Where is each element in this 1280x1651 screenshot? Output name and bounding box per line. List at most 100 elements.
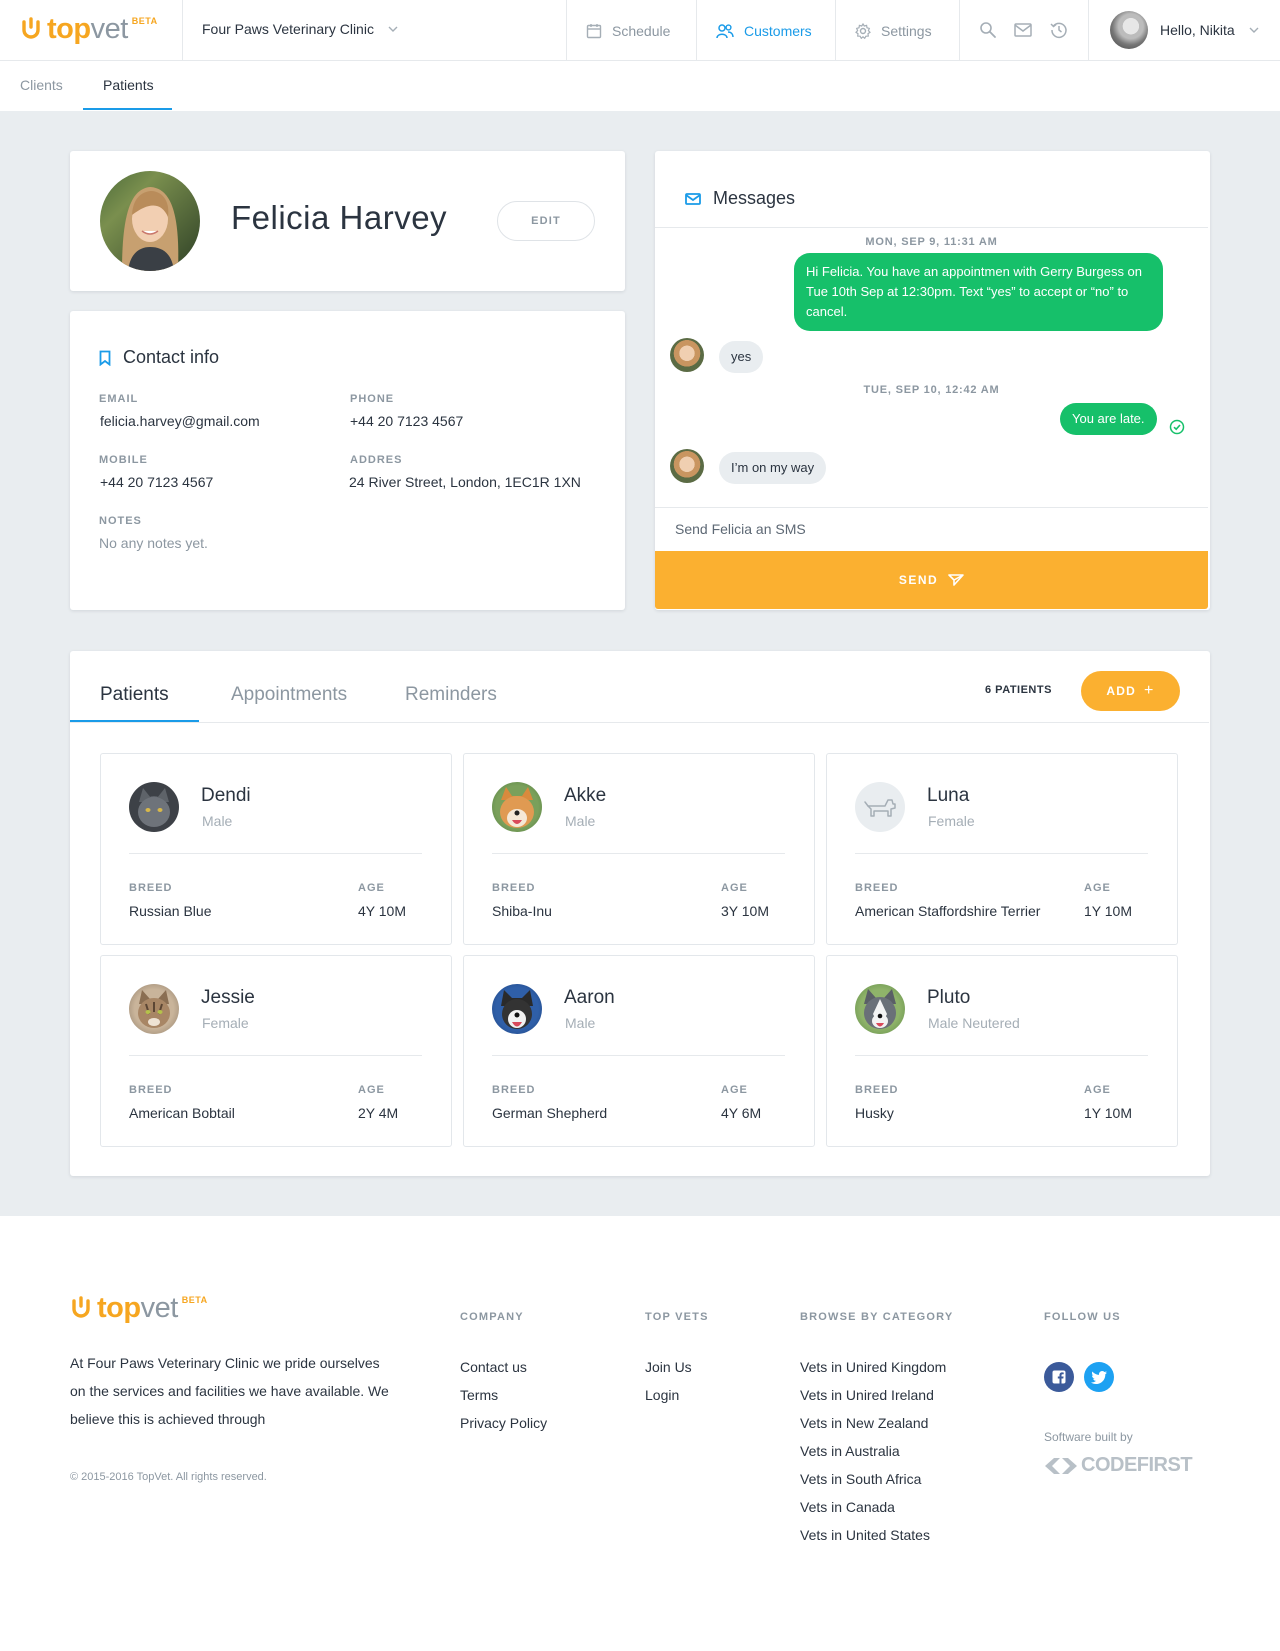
twitter-icon[interactable] xyxy=(1084,1362,1114,1392)
breed-value: American Staffordshire Terrier xyxy=(855,903,1041,919)
messages-card: Messages MON, SEP 9, 11:31 AM Hi Felicia… xyxy=(655,151,1210,610)
logo-icon xyxy=(72,1296,90,1318)
client-portrait xyxy=(122,187,179,271)
footer: topvet BETA At Four Paws Veterinary Clin… xyxy=(0,1216,1280,1651)
divider xyxy=(129,853,422,854)
nav-customers-label: Customers xyxy=(744,22,812,39)
tabs-divider xyxy=(70,722,1209,723)
footer-link-privacy[interactable]: Privacy Policy xyxy=(460,1415,547,1431)
send-label: SEND xyxy=(898,573,939,587)
add-label: ADD xyxy=(1106,684,1137,698)
footer-link-category[interactable]: Vets in Unired Kingdom xyxy=(800,1359,946,1375)
calendar-icon xyxy=(586,23,602,38)
phone-value[interactable]: +44 20 7123 4567 xyxy=(350,413,463,429)
footer-link-login[interactable]: Login xyxy=(645,1387,679,1403)
clinic-selector[interactable]: Four Paws Veterinary Clinic xyxy=(202,21,398,37)
client-name: Felicia Harvey xyxy=(231,199,448,236)
message-date: TUE, SEP 10, 12:42 AM xyxy=(863,384,1000,396)
dog-photo xyxy=(501,990,533,1029)
footer-link-category[interactable]: Vets in Canada xyxy=(800,1499,895,1515)
footer-link-terms[interactable]: Terms xyxy=(460,1387,498,1403)
notes-label: NOTES xyxy=(99,515,142,527)
codefirst-wordmark: CODEFIRST xyxy=(1081,1454,1193,1476)
patient-card[interactable]: Aaron Male BREED German Shepherd AGE 4Y … xyxy=(463,955,815,1147)
tab-patients[interactable]: Patients xyxy=(103,77,154,93)
codefirst-logo[interactable]: CODEFIRST xyxy=(1044,1454,1193,1477)
user-avatar[interactable] xyxy=(1110,11,1148,49)
phone-label: PHONE xyxy=(350,393,395,405)
patient-card[interactable]: Pluto Male Neutered BREED Husky AGE 1Y 1… xyxy=(826,955,1178,1147)
divider xyxy=(655,227,1208,228)
age-label: AGE xyxy=(1084,882,1111,894)
contact-info-card: Contact info EMAIL felicia.harvey@gmail.… xyxy=(70,311,625,610)
footer-link-category[interactable]: Vets in Australia xyxy=(800,1443,900,1459)
tab-clients[interactable]: Clients xyxy=(20,77,63,93)
patient-photo xyxy=(129,984,179,1034)
patient-card[interactable]: Dendi Male BREED Russian Blue AGE 4Y 10M xyxy=(100,753,452,945)
client-profile-card: Felicia Harvey EDIT xyxy=(70,151,625,291)
age-value: 1Y 10M xyxy=(1084,903,1132,919)
breed-label: BREED xyxy=(129,1084,173,1096)
patient-name: Dendi xyxy=(201,785,251,806)
nav-schedule[interactable]: Schedule xyxy=(586,0,670,61)
patient-name: Akke xyxy=(564,785,607,806)
patient-photo xyxy=(492,984,542,1034)
patient-sex: Male xyxy=(565,1015,596,1031)
footer-link-category[interactable]: Vets in South Africa xyxy=(800,1471,921,1487)
mail-icon[interactable] xyxy=(1014,23,1032,37)
patient-name: Pluto xyxy=(927,987,971,1008)
breed-label: BREED xyxy=(855,1084,899,1096)
history-icon[interactable] xyxy=(1050,21,1068,39)
tab-appointments[interactable]: Appointments xyxy=(231,684,347,706)
send-icon xyxy=(948,574,964,586)
divider xyxy=(492,1055,785,1056)
footer-link-category[interactable]: Vets in Unired Ireland xyxy=(800,1387,934,1403)
patient-card[interactable]: Jessie Female BREED American Bobtail AGE… xyxy=(100,955,452,1147)
patient-name: Jessie xyxy=(201,987,255,1008)
breed-label: BREED xyxy=(855,882,899,894)
mobile-value[interactable]: +44 20 7123 4567 xyxy=(100,474,213,490)
outgoing-message: You are late. xyxy=(1060,403,1157,435)
nav-customers[interactable]: Customers xyxy=(716,0,812,61)
edit-button[interactable]: EDIT xyxy=(497,201,595,241)
add-patient-button[interactable]: ADD + xyxy=(1081,671,1180,711)
messages-title: Messages xyxy=(713,188,796,208)
user-menu[interactable]: Hello, Nikita xyxy=(1160,22,1259,38)
email-value[interactable]: felicia.harvey@gmail.com xyxy=(100,413,260,429)
age-value: 4Y 10M xyxy=(358,903,406,919)
patient-card[interactable]: Akke Male BREED Shiba-Inu AGE 3Y 10M xyxy=(463,753,815,945)
header-divider xyxy=(1088,0,1089,61)
contact-info-header: Contact info xyxy=(99,347,219,368)
age-value: 3Y 10M xyxy=(721,903,769,919)
people-icon xyxy=(716,23,734,38)
divider xyxy=(129,1055,422,1056)
topvet-logo[interactable]: topvet BETA xyxy=(70,1294,208,1323)
header-divider xyxy=(566,0,567,61)
top-vets-heading: TOP VETS xyxy=(645,1311,709,1323)
header-divider xyxy=(959,0,960,61)
breed-label: BREED xyxy=(492,1084,536,1096)
breed-value: Husky xyxy=(855,1105,894,1121)
send-button[interactable]: SEND xyxy=(655,551,1208,609)
age-label: AGE xyxy=(358,882,385,894)
nav-settings[interactable]: Settings xyxy=(855,0,932,61)
patient-card[interactable]: Luna Female BREED American Staffordshire… xyxy=(826,753,1178,945)
footer-link-category[interactable]: Vets in United States xyxy=(800,1527,930,1543)
plus-icon: + xyxy=(1144,682,1155,699)
sms-input[interactable] xyxy=(655,508,1208,550)
bookmark-icon xyxy=(99,350,111,366)
search-icon[interactable] xyxy=(979,21,997,39)
footer-link-category[interactable]: Vets in New Zealand xyxy=(800,1415,928,1431)
incoming-message: yes xyxy=(719,341,764,373)
client-avatar xyxy=(670,449,704,483)
facebook-icon[interactable] xyxy=(1044,1362,1074,1392)
topvet-logo[interactable]: topvet BETA xyxy=(20,15,158,44)
address-value: 24 River Street, London, 1EC1R 1XN xyxy=(349,474,581,490)
codefirst-icon xyxy=(1045,1457,1077,1474)
footer-link-join[interactable]: Join Us xyxy=(645,1359,692,1375)
tab-reminders[interactable]: Reminders xyxy=(405,684,497,706)
footer-link-contact[interactable]: Contact us xyxy=(460,1359,527,1375)
breed-value: Shiba-Inu xyxy=(492,903,552,919)
facebook-glyph xyxy=(1052,1370,1066,1384)
tab-patients[interactable]: Patients xyxy=(100,684,169,706)
